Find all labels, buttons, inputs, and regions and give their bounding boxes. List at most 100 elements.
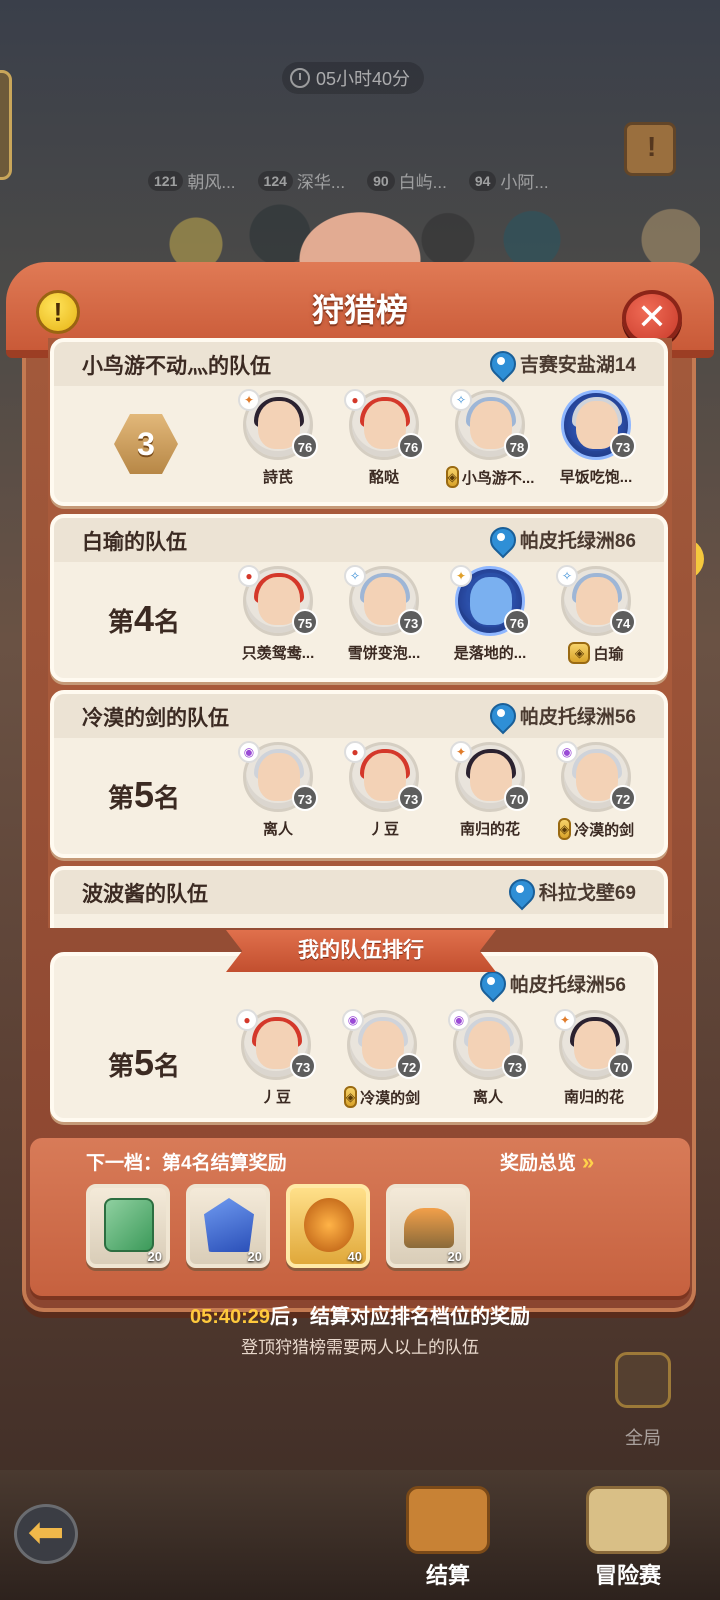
team-card[interactable]: 冷漠的剑的队伍 帕皮托绿洲56 第5名 ◉ 73 离人 ● 73 丿豆 ✦ 70 南归的花 … — [50, 690, 668, 858]
level-badge: 76 — [398, 433, 424, 459]
level-badge: 70 — [608, 1053, 634, 1079]
team-member[interactable]: ◉ 72 ◈ 冷漠的剑 — [556, 741, 636, 840]
avatar: ◉ 73 — [238, 741, 318, 812]
team-location[interactable]: 帕皮托绿洲86 — [490, 526, 636, 553]
team-member[interactable]: ● 75 只羡鸳鸯... — [238, 565, 318, 664]
team-card[interactable]: 小鸟游不动灬的队伍 吉赛安盐湖14 3 ✦ 76 詩芪 ● 76 酩哒 ✧ 78 ◈ 小鸟游不… — [50, 338, 668, 506]
team-member[interactable]: ● 76 酩哒 — [344, 389, 424, 488]
team-member[interactable]: ✧ 78 ◈ 小鸟游不... — [445, 389, 534, 488]
team-header: 小鸟游不动灬的队伍 吉赛安盐湖14 — [54, 342, 664, 386]
member-name-row: 只羡鸳鸯... — [240, 642, 316, 663]
reward-item[interactable]: 20 — [86, 1184, 170, 1268]
reward-overview-link[interactable]: 奖励总览» — [500, 1148, 594, 1175]
level-badge: 73 — [610, 433, 636, 459]
double-chevron-right-icon: » — [582, 1148, 594, 1174]
adventure-map-icon — [586, 1486, 670, 1554]
avatar: ✦ 70 — [554, 1009, 634, 1080]
location-pin-icon — [490, 527, 512, 553]
level-badge: 73 — [290, 1053, 316, 1079]
team-location[interactable]: 科拉戈壁69 — [509, 878, 636, 905]
team-member[interactable]: ✦ 76 詩芪 — [238, 389, 318, 488]
element-icon: ◉ — [556, 741, 578, 763]
location-text: 吉赛安盐湖14 — [519, 355, 636, 376]
element-icon: ✦ — [554, 1009, 576, 1031]
member-name: 白瑜 — [593, 645, 624, 663]
avatar: ● 75 — [238, 565, 318, 636]
reward-overview-label: 奖励总览 — [500, 1153, 577, 1174]
member-name: 南归的花 — [459, 821, 520, 838]
team-member[interactable]: ✦ 70 南归的花 — [554, 1009, 634, 1108]
overview-label: 全局 — [625, 1428, 661, 1448]
rank-prefix: 第 — [108, 1051, 135, 1081]
team-member[interactable]: ◉ 73 离人 — [238, 741, 318, 840]
level-badge: 78 — [504, 433, 530, 459]
reward-items: 20 20 40 20 — [86, 1184, 470, 1268]
rank-number: 5 — [134, 774, 155, 815]
element-icon: ◉ — [238, 741, 260, 763]
team-member[interactable]: ● 73 丿豆 — [236, 1009, 316, 1108]
location-text: 帕皮托绿洲86 — [519, 531, 636, 552]
team-header: 波波酱的队伍 科拉戈壁69 — [54, 870, 664, 914]
team-member[interactable]: ✦ 76 是落地的... — [450, 565, 530, 664]
team-card[interactable]: 波波酱的队伍 科拉戈壁69 — [50, 866, 668, 928]
team-member[interactable]: ✦ 70 南归的花 — [450, 741, 530, 840]
element-icon: ✧ — [556, 565, 578, 587]
quest-scroll-icon[interactable] — [624, 122, 676, 176]
member-name: 丿豆 — [260, 1089, 291, 1106]
member-name-row: 南归的花 — [556, 1086, 632, 1107]
avatar: ✦ 70 — [450, 741, 530, 812]
team-location[interactable]: 帕皮托绿洲56 — [480, 970, 626, 997]
overview-button[interactable]: 全局 — [612, 1352, 674, 1448]
rank-label: 第5名 — [108, 774, 180, 816]
avatar: ◉ 72 — [556, 741, 636, 812]
info-button[interactable]: ! — [36, 290, 80, 334]
team-location[interactable]: 帕皮托绿洲56 — [490, 702, 636, 729]
element-icon: ● — [238, 565, 260, 587]
member-name-row: 雪饼变泡... — [346, 642, 422, 663]
member-name-row: ◈ 白瑜 — [558, 642, 634, 664]
team-name: 冷漠的剑的队伍 — [82, 707, 229, 730]
member-name-row: 是落地的... — [452, 642, 528, 663]
team-member[interactable]: 73 早饭吃饱... — [558, 390, 636, 488]
rank-medal: 3 — [114, 414, 178, 474]
member-name: 离人 — [472, 1089, 503, 1106]
avatar: ✦ 76 — [238, 389, 318, 460]
reward-item[interactable]: 40 — [286, 1184, 370, 1268]
event-timer-text: 05小时40分 — [316, 69, 411, 89]
team-member[interactable]: ✧ 74 ◈ 白瑜 — [556, 565, 636, 664]
team-member[interactable]: ✧ 73 雪饼变泡... — [344, 565, 424, 664]
nav-adventure-label: 冒险赛 — [594, 1563, 661, 1588]
reward-item[interactable]: 20 — [386, 1184, 470, 1268]
rank-label: 第4名 — [108, 598, 180, 640]
team-list[interactable]: 小鸟游不动灬的队伍 吉赛安盐湖14 3 ✦ 76 詩芪 ● 76 酩哒 ✧ 78 ◈ 小鸟游不… — [48, 338, 672, 928]
team-name: 小鸟游不动灬的队伍 — [82, 355, 271, 378]
level-badge: 72 — [610, 785, 636, 811]
location-pin-icon — [480, 971, 502, 997]
team-member[interactable]: ◉ 72 ◈ 冷漠的剑 — [342, 1009, 422, 1108]
avatar: ● 76 — [344, 389, 424, 460]
avatar: ● 73 — [344, 741, 424, 812]
member-name-row: 南归的花 — [452, 818, 528, 839]
location-pin-icon — [490, 351, 512, 377]
team-member[interactable]: ◉ 73 离人 — [448, 1009, 528, 1108]
leader-icon: ◈ — [343, 1086, 358, 1108]
member-name-row: 早饭吃饱... — [558, 466, 634, 487]
reward-item[interactable]: 20 — [186, 1184, 270, 1268]
team-location[interactable]: 吉赛安盐湖14 — [490, 350, 636, 377]
element-icon: ● — [344, 741, 366, 763]
gold-orb-icon — [304, 1198, 354, 1252]
team-member[interactable]: ● 73 丿豆 — [344, 741, 424, 840]
nav-adventure-button[interactable]: 冒险赛 — [568, 1480, 688, 1598]
avatar: ✦ 76 — [450, 565, 530, 636]
rank-suffix: 名 — [154, 1051, 181, 1081]
nav-settle-button[interactable]: 结算 — [388, 1480, 508, 1598]
my-team-card[interactable]: 帕皮托绿洲56 第5名 ● 73 丿豆 ◉ 72 ◈ 冷漠的剑 ◉ 73 离人 ✦ 70 南归的花 — [50, 952, 658, 1122]
avatar: ◉ 73 — [448, 1009, 528, 1080]
avatar: ✧ 73 — [344, 565, 424, 636]
level-badge: 75 — [292, 609, 318, 635]
team-card[interactable]: 白瑜的队伍 帕皮托绿洲86 第4名 ● 75 只羡鸳鸯... ✧ 73 雪饼变泡... … — [50, 514, 668, 682]
side-tab[interactable] — [0, 70, 12, 180]
member-name: 离人 — [262, 821, 293, 838]
back-arrow-icon[interactable]: ⬅ — [14, 1504, 78, 1564]
member-name: 小鸟游不... — [461, 469, 535, 487]
